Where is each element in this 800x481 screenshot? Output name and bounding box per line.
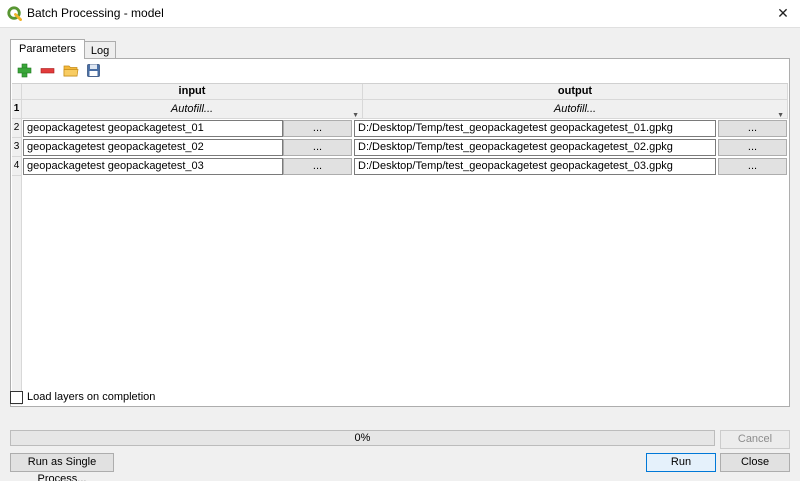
row-header[interactable]: 2: [12, 119, 22, 138]
table-row: 3 geopackagetest geopackagetest_02 ... D…: [12, 138, 788, 157]
close-button[interactable]: Close: [720, 453, 790, 472]
dialog-body: Parameters Log input output 1 Autofill..…: [0, 27, 800, 481]
load-layers-label: Load layers on completion: [27, 390, 156, 403]
input-browse-button[interactable]: ...: [283, 158, 352, 175]
tab-bar: Parameters Log: [10, 39, 117, 59]
input-layer-field[interactable]: geopackagetest geopackagetest_03: [23, 158, 283, 175]
input-browse-button[interactable]: ...: [283, 120, 352, 137]
autofill-input-label: Autofill...: [170, 103, 214, 115]
window-close-button[interactable]: ✕: [766, 0, 800, 27]
batch-table: input output 1 Autofill... ▼ Autofill...…: [12, 83, 788, 405]
add-row-button[interactable]: [16, 62, 33, 79]
qgis-logo-icon: [7, 6, 22, 21]
open-folder-icon: [63, 65, 78, 77]
output-file-field[interactable]: D:/Desktop/Temp/test_geopackagetest geop…: [354, 120, 716, 137]
output-file-field[interactable]: D:/Desktop/Temp/test_geopackagetest geop…: [354, 158, 716, 175]
output-browse-button[interactable]: ...: [718, 120, 787, 137]
save-button[interactable]: [85, 62, 102, 79]
output-browse-button[interactable]: ...: [718, 139, 787, 156]
run-single-process-button[interactable]: Run as Single Process...: [10, 453, 114, 481]
load-layers-option[interactable]: Load layers on completion: [10, 389, 155, 405]
parameters-panel: input output 1 Autofill... ▼ Autofill...…: [10, 58, 790, 407]
autofill-output-dropdown[interactable]: Autofill... ▼: [363, 100, 788, 119]
save-icon: [87, 64, 100, 77]
table-row: 2 geopackagetest geopackagetest_01 ... D…: [12, 119, 788, 138]
table-row-autofill: 1 Autofill... ▼ Autofill... ▼: [12, 100, 788, 119]
title-bar: Batch Processing - model ✕: [0, 0, 800, 27]
table-corner: [12, 84, 22, 100]
remove-row-icon: [40, 68, 55, 74]
add-row-icon: [17, 63, 32, 78]
row-header-gutter: [12, 176, 22, 405]
tab-log[interactable]: Log: [83, 41, 117, 58]
close-icon: ✕: [777, 5, 789, 21]
load-layers-checkbox[interactable]: [10, 390, 23, 404]
autofill-input-dropdown[interactable]: Autofill... ▼: [22, 100, 363, 119]
input-browse-button[interactable]: ...: [283, 139, 352, 156]
column-header-output[interactable]: output: [363, 84, 788, 100]
tab-parameters[interactable]: Parameters: [10, 39, 85, 59]
row-header[interactable]: 4: [12, 157, 22, 176]
cancel-button[interactable]: Cancel: [720, 430, 790, 449]
remove-row-button[interactable]: [39, 62, 56, 79]
input-layer-field[interactable]: geopackagetest geopackagetest_02: [23, 139, 283, 156]
progress-bar: 0%: [10, 430, 715, 446]
column-header-input[interactable]: input: [22, 84, 363, 100]
output-browse-button[interactable]: ...: [718, 158, 787, 175]
table-header: input output: [12, 84, 788, 100]
run-button[interactable]: Run: [646, 453, 716, 472]
window-title: Batch Processing - model: [27, 6, 164, 20]
row-header[interactable]: 1: [12, 100, 22, 119]
output-file-field[interactable]: D:/Desktop/Temp/test_geopackagetest geop…: [354, 139, 716, 156]
input-layer-field[interactable]: geopackagetest geopackagetest_01: [23, 120, 283, 137]
table-row: 4 geopackagetest geopackagetest_03 ... D…: [12, 157, 788, 176]
row-header[interactable]: 3: [12, 138, 22, 157]
batch-toolbar: [16, 62, 102, 80]
progress-text: 0%: [354, 432, 371, 444]
open-file-button[interactable]: [62, 62, 79, 79]
autofill-output-label: Autofill...: [553, 103, 597, 115]
